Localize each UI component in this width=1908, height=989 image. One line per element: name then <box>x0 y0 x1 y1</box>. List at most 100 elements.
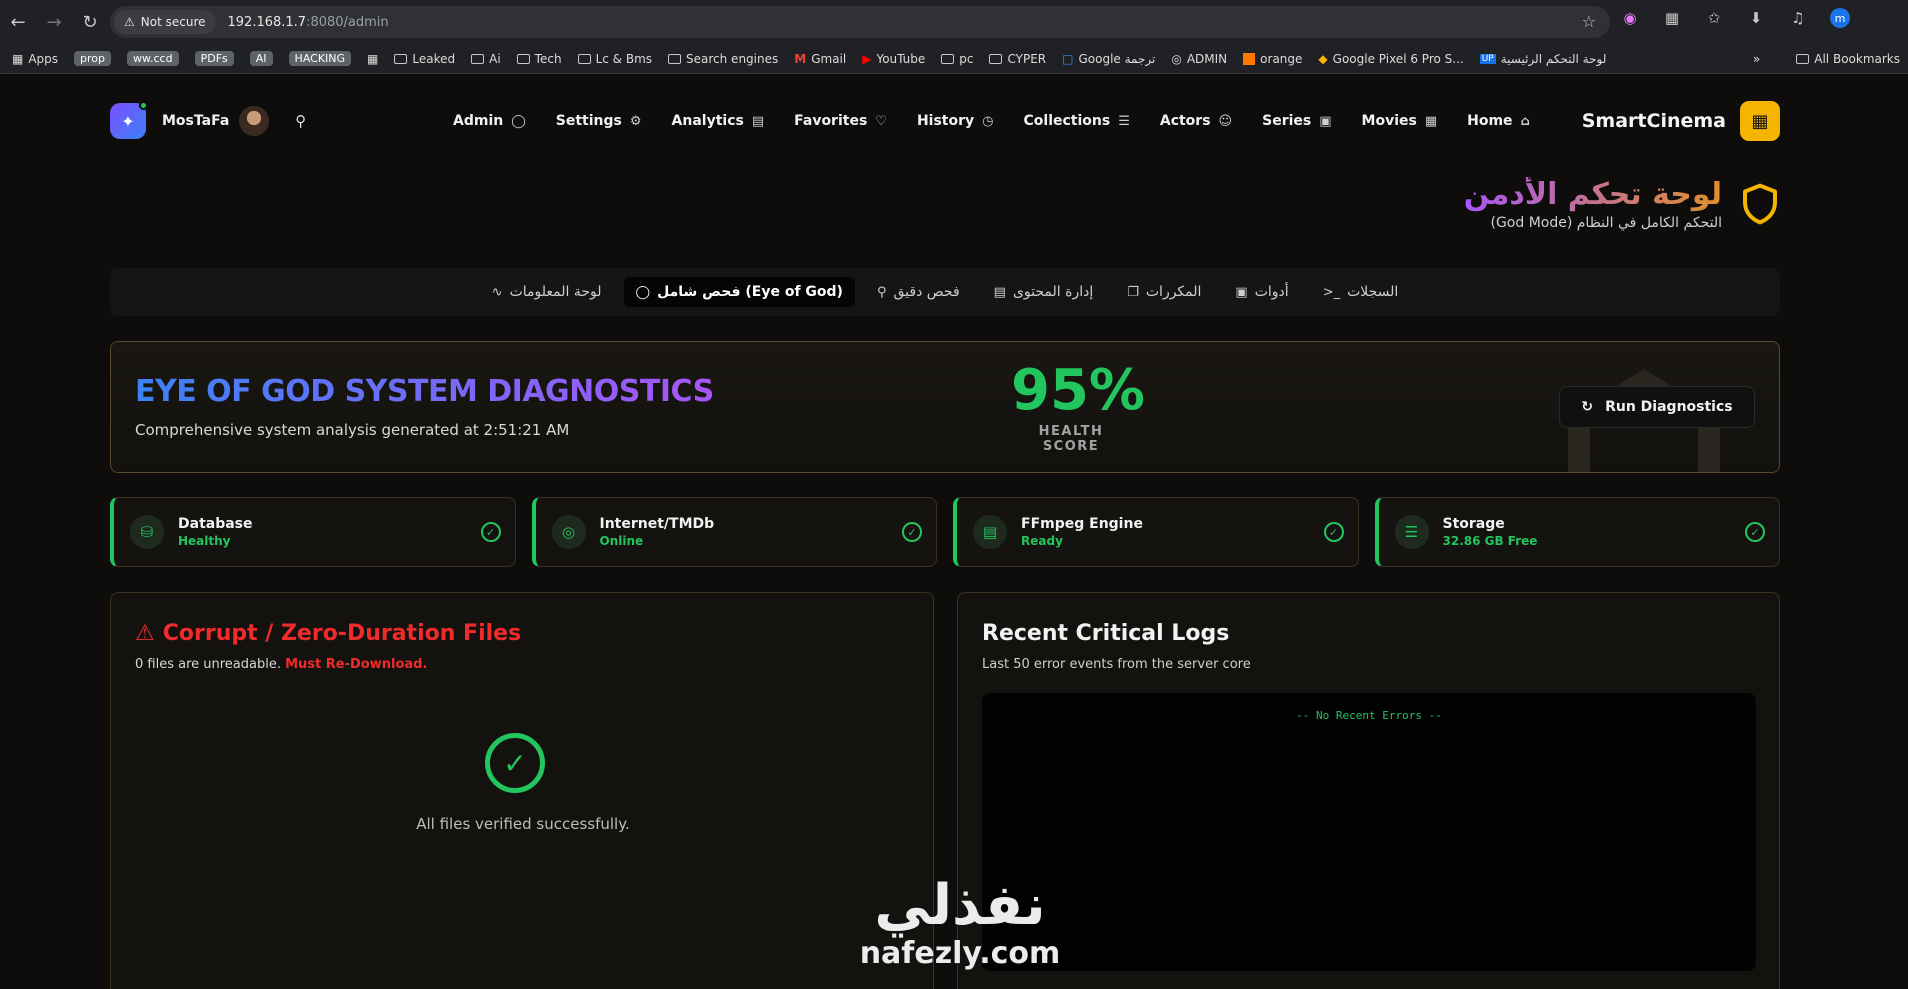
tab-deep-scan[interactable]: ⚲ فحص دقيق <box>865 277 972 307</box>
bookmark-gmail[interactable]: M Gmail <box>786 46 854 72</box>
tab-dashboard[interactable]: ∿ لوحة المعلومات <box>480 277 614 307</box>
tab-eye-of-god[interactable]: ◯ فحص شامل (Eye of God) <box>623 277 855 307</box>
url-path: :8080/admin <box>306 14 389 30</box>
watermark-latin: nafezly.com <box>859 936 1061 971</box>
run-diagnostics-button[interactable]: ↻ Run Diagnostics <box>1559 386 1755 428</box>
tab-tools[interactable]: ▣ أدوات <box>1223 277 1300 307</box>
tv-icon: ▣ <box>1319 113 1332 129</box>
nav-collections[interactable]: Collections ☰ <box>1009 113 1145 129</box>
folder-icon <box>941 53 955 64</box>
corrupt-files-subtitle: 0 files are unreadable. Must Re-Download… <box>135 657 428 672</box>
tab-content-management[interactable]: ▤ إدارة المحتوى <box>982 277 1106 307</box>
bookmark-folder[interactable]: CYPER <box>981 46 1054 72</box>
bookmark-tag[interactable]: AI <box>242 46 281 72</box>
activity-icon: ∿ <box>491 284 503 300</box>
puzzle-icon[interactable]: ▦ <box>1662 8 1682 28</box>
sparkle-icon[interactable]: ✦ <box>110 101 148 139</box>
file-icon: ▤ <box>993 284 1006 300</box>
tab-logs[interactable]: >_ السجلات <box>1311 277 1411 307</box>
extensions-area: ◉ ▦ ✩ ⬇ ♫ m <box>1620 8 1850 28</box>
search-icon: ⚲ <box>876 284 887 300</box>
bookmark-folder[interactable]: pc <box>933 46 981 72</box>
top-navigation: ✦ MosTaFa ⚲ Admin ◯ Settings ⚙ Analytics ▤ … <box>110 101 1780 141</box>
bookmark-folder[interactable]: Leaked <box>386 46 463 72</box>
critical-logs-panel: Recent Critical Logs Last 50 error event… <box>957 592 1780 989</box>
globe-icon: ◎ <box>1171 51 1182 66</box>
bookmark-folder[interactable]: Ai <box>463 46 509 72</box>
download-icon[interactable]: ⬇ <box>1746 8 1766 28</box>
bookmarks-overflow-icon[interactable]: » <box>1745 46 1768 72</box>
nav-history[interactable]: History ◷ <box>902 113 1009 129</box>
page-subtitle: التحكم الكامل في النظام (God Mode) <box>1490 215 1722 231</box>
media-icon[interactable]: ♫ <box>1788 8 1808 28</box>
avatar[interactable] <box>239 106 270 136</box>
bookmark-folder[interactable]: Lc & Bms <box>570 46 660 72</box>
bookmark-tag[interactable]: HACKING <box>281 46 360 72</box>
bookmark-grid-icon[interactable]: ▦ <box>359 46 386 72</box>
status-card-internet: ◎ Internet/TMDb Online ✓ <box>531 497 937 567</box>
reload-icon[interactable]: ↻ <box>72 4 108 40</box>
page-title: لوحة تحكم الأدمن <box>1463 177 1722 212</box>
extension-icon[interactable]: ◉ <box>1620 8 1640 28</box>
favorites-star-icon[interactable]: ✩ <box>1704 8 1724 28</box>
folder-icon <box>577 53 591 64</box>
bookmark-apps[interactable]: ▦ Apps <box>4 46 66 72</box>
status-card-storage: ☰ Storage 32.86 GB Free ✓ <box>1374 497 1780 567</box>
home-icon: ⌂ <box>1520 113 1530 129</box>
orange-icon <box>1243 52 1256 65</box>
nav-series[interactable]: Series ▣ <box>1247 113 1346 129</box>
not-secure-badge[interactable]: ⚠ Not secure <box>114 10 216 34</box>
bookmark-tag[interactable]: PDFs <box>187 46 242 72</box>
forward-icon[interactable]: → <box>36 4 72 40</box>
nav-actors[interactable]: Actors ☺ <box>1145 113 1247 129</box>
tab-duplicates[interactable]: ❐ المكررات <box>1115 277 1213 307</box>
check-circle-icon: ✓ <box>1323 522 1344 542</box>
back-icon[interactable]: ← <box>0 4 36 40</box>
all-bookmarks[interactable]: All Bookmarks <box>1788 46 1908 72</box>
nav-settings[interactable]: Settings ⚙ <box>541 113 657 129</box>
terminal-icon: >_ <box>1322 284 1341 300</box>
diagnostics-banner: EYE OF GOD SYSTEM DIAGNOSTICS Comprehens… <box>110 341 1780 473</box>
folder-icon <box>989 53 1003 64</box>
app-root: ✦ MosTaFa ⚲ Admin ◯ Settings ⚙ Analytics ▤ … <box>0 75 1908 989</box>
online-dot <box>139 101 148 110</box>
bookmark-folder[interactable]: Tech <box>509 46 570 72</box>
corrupt-files-title: ⚠ Corrupt / Zero-Duration Files <box>135 621 522 646</box>
watermark-arabic: نفذلي <box>874 873 1046 938</box>
bookmarks-bar: ▦ Apps prop ww.ccd PDFs AI HACKING ▦ Leak… <box>0 44 1908 74</box>
brand-logo[interactable]: SmartCinema ▦ <box>1582 101 1780 141</box>
brand-name: SmartCinema <box>1581 110 1726 132</box>
folder-icon <box>394 53 408 64</box>
nav-favorites[interactable]: Favorites ♡ <box>779 113 902 129</box>
browser-toolbar: ← → ↻ ⚠ Not secure 192.168.1.7:8080/admi… <box>0 0 1908 44</box>
globe-icon: ◎ <box>551 515 586 549</box>
check-circle-icon: ✓ <box>1745 522 1765 542</box>
profile-avatar[interactable]: m <box>1830 8 1850 28</box>
nav-admin[interactable]: Admin ◯ <box>438 113 541 129</box>
log-console[interactable]: -- No Recent Errors -- <box>982 693 1756 971</box>
bookmark-orange[interactable]: orange <box>1235 46 1310 72</box>
clapper-icon: ▤ <box>973 515 1007 549</box>
search-icon[interactable]: ⚲ <box>295 112 306 130</box>
nav-movies[interactable]: Movies ▦ <box>1347 113 1453 129</box>
address-bar[interactable]: ⚠ Not secure 192.168.1.7:8080/admin ☆ <box>110 6 1610 38</box>
page-header: لوحة تحكم الأدمن التحكم الكامل في النظام… <box>1464 177 1780 231</box>
bookmark-admin[interactable]: ◎ ADMIN <box>1163 46 1235 72</box>
bookmark-folder[interactable]: Search engines <box>660 46 786 72</box>
bookmark-youtube[interactable]: ▶ YouTube <box>854 46 933 72</box>
site-icon: ◆ <box>1318 51 1328 66</box>
bookmark-tag[interactable]: ww.ccd <box>119 46 187 72</box>
watermark: نفذلي nafezly.com <box>840 875 1080 989</box>
user-name[interactable]: MosTaFa <box>162 113 229 129</box>
bookmark-translate[interactable]: □ Google ترجمة <box>1054 46 1163 72</box>
up-icon: UP <box>1479 53 1496 64</box>
health-score-value: 95% <box>1011 358 1146 423</box>
warning-icon: ⚠ <box>135 621 155 646</box>
diagnostics-subtitle: Comprehensive system analysis generated … <box>135 421 570 439</box>
bookmark-pixel[interactable]: ◆ Google Pixel 6 Pro S... <box>1310 46 1471 72</box>
nav-home[interactable]: Home ⌂ <box>1452 113 1545 129</box>
bookmark-tag[interactable]: prop <box>66 46 119 72</box>
nav-analytics[interactable]: Analytics ▤ <box>657 113 780 129</box>
bookmark-star-icon[interactable]: ☆ <box>1582 12 1596 31</box>
bookmark-control-panel[interactable]: UP لوحة التحكم الرئيسية <box>1472 46 1615 72</box>
